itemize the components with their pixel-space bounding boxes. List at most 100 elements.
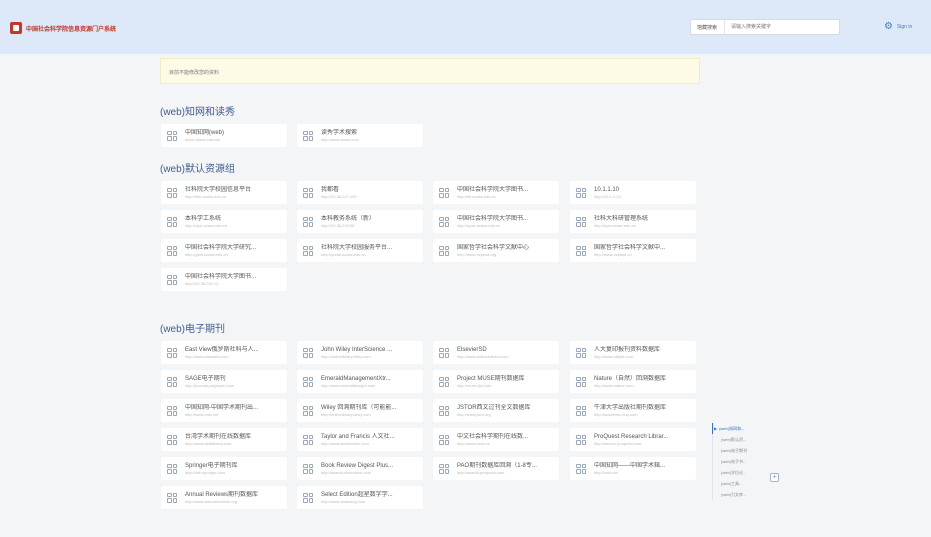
logo-mark-icon [10,22,22,34]
resource-card-text: 10.1.1.10 http://10.1.1.10 [594,186,621,200]
search-box: 馆藏搜索 [690,19,840,35]
resource-card[interactable]: Select Edition超星数字学... http://www.chaoxin… [297,486,423,509]
app-grid-icon [439,347,449,358]
resource-card[interactable]: Taylor and Francis 人文社... http://www.tand… [297,428,423,451]
resource-card[interactable]: 我都看 http://10.38.247.192 [297,181,423,204]
resource-card[interactable]: Project MUSE期刊数据库 http://muse.jhu.edu [433,370,559,393]
resource-card-text: East View俄罗斯社科与人... http://www.eastview.c… [185,346,259,360]
app-grid-icon [167,130,177,141]
resource-card[interactable]: ProQuest Research Librar... http://search… [570,428,696,451]
resource-name: 台湾学术期刊在线数据库 [185,433,252,440]
gear-icon[interactable]: ⚙ [884,22,893,32]
resource-card-text: 中国社会科学院大学图书... http://opac.ucass.edu.cn [457,215,528,229]
site-logo[interactable]: 中国社会科学院信息资源门户系统 [10,22,116,34]
resource-card-text: 人大复印报刊资料数据库 http://www.rdfybk.com [594,346,660,360]
resource-card[interactable]: 本科教务系统（新） http://10.38.220.58 [297,210,423,233]
resource-card[interactable]: 中国社会科学院大学图书... http://10.38.240.12 [161,268,287,291]
app-grid-icon [576,405,586,416]
resource-card[interactable]: 中国知网——中国学术辑... http://cnki.net [570,457,696,480]
resource-card-text: 中国社会科学院大学图书... http://10.38.240.12 [185,273,256,287]
resource-card[interactable]: Annual Reviews期刊数据库 http://www.annualrevi… [161,486,287,509]
anchor-nav-item[interactable]: (web)工具... [712,478,762,489]
resource-card[interactable]: Wiley 回溯期刊库（可能能... http://onlinelibrary.w… [297,399,423,422]
app-grid-icon [439,463,449,474]
app-grid-icon [439,245,449,256]
resource-name: 我都看 [321,186,340,193]
resource-card[interactable]: Nature（自然）回溯数据库 http://www.nature.com [570,370,696,393]
resource-card[interactable]: 10.1.1.10 http://10.1.1.10 [570,181,696,204]
resource-card-text: Select Edition超星数字学... http://www.chaoxin… [321,491,393,505]
app-grid-icon [303,492,313,503]
resource-name: PAO期刊数据库回溯（1-8专... [457,462,537,469]
resource-card[interactable]: Springer电子期刊库 http://link.springer.com [161,457,287,480]
resource-card-text: 社科大科研管理系统 http://kyxt.ucass.edu.cn [594,215,648,229]
resource-name: ElsevierSD [457,346,487,353]
resource-card[interactable]: Book Review Digest Plus... http://search.… [297,457,423,480]
resource-card[interactable]: 国家哲学社会科学文献中心 http://www.ncpssd.org [433,239,559,262]
resource-card[interactable]: 社科大科研管理系统 http://kyxt.ucass.edu.cn [570,210,696,233]
resource-card[interactable]: ElsevierSD http://www.sciencedirect.com [433,341,559,364]
resource-card[interactable]: 社科院大学校园服务平台... http://portal.ucass.edu.cn [297,239,423,262]
notice-banner: 目前不能修改您的资料 [160,58,700,84]
resource-card[interactable]: 本科学工系统 http://xgxt.ucass.edu.cn [161,210,287,233]
resource-card[interactable]: 牛津大学出版社期刊数据库 http://academic.oup.com [570,399,696,422]
resource-card[interactable]: 国家哲学社会科学文献中... http://www.ncpssd.cn [570,239,696,262]
resource-card[interactable]: 中国知网(web) https://www.cnki.net [161,124,287,147]
anchor-nav-item[interactable]: (web)引文库... [712,489,762,500]
resource-card[interactable]: 中国社会科学院大学图书... http://opac.ucass.edu.cn [433,210,559,233]
user-label[interactable]: Sign in [897,24,912,30]
app-grid-icon [167,216,177,227]
resource-card-text: 读秀学术搜索 http://www.duxiu.com [321,129,359,143]
resource-name: Book Review Digest Plus... [321,462,394,469]
resource-card[interactable]: 台湾学术期刊在线数据库 http://www.airitilibrary.com [161,428,287,451]
resource-name: Annual Reviews期刊数据库 [185,491,259,498]
anchor-nav-item[interactable]: (web)知网和... [712,423,762,434]
expand-nav-icon[interactable]: + [770,473,779,482]
resource-card[interactable]: PAO期刊数据库回溯（1-8专... http://search.proquest… [433,457,559,480]
app-grid-icon [167,405,177,416]
resource-card-text: 牛津大学出版社期刊数据库 http://academic.oup.com [594,404,666,418]
resource-card-text: ProQuest Research Librar... http://search… [594,433,668,447]
search-scope-select[interactable]: 馆藏搜索 [691,20,725,34]
anchor-nav-item[interactable]: (web)电子书... [712,456,762,467]
resource-url: http://www.ncpssd.org [457,251,497,257]
resource-card[interactable]: 中国知网-中国学术期刊出... http://www.cnki.net [161,399,287,422]
resource-url: http://www.airitilibrary.com [185,440,232,446]
resource-url: http://lib.ucass.edu.cn [457,193,496,199]
resource-name: 中国社会科学院大学研究... [185,244,257,251]
resource-card[interactable]: 社科院大学校园信息平台 http://info.ucass.edu.cn [161,181,287,204]
resource-card[interactable]: 人大复印报刊资料数据库 http://www.rdfybk.com [570,341,696,364]
app-grid-icon [576,434,586,445]
resource-card[interactable]: 中文社会科学期刊在线数... http://www.cssn.cn [433,428,559,451]
resource-name: 中国社会科学院大学图书... [185,273,257,280]
anchor-nav-item[interactable]: (web)学位论... [712,467,762,478]
resource-card[interactable]: JSTOR西文过刊全文数据库 http://www.jstor.org [433,399,559,422]
search-input[interactable] [725,20,839,34]
resource-url: http://portal.ucass.edu.cn [321,251,366,257]
resource-url: http://search.proquest.com [594,440,642,446]
app-grid-icon [576,463,586,474]
resource-card[interactable]: East View俄罗斯社科与人... http://www.eastview.c… [161,341,287,364]
resource-name: 中国社会科学院大学图书... [457,215,529,222]
logo-text: 中国社会科学院信息资源门户系统 [26,26,117,33]
resource-url: http://www.jstor.org [457,411,491,417]
resource-card-text: 台湾学术期刊在线数据库 http://www.airitilibrary.com [185,433,251,447]
resource-card[interactable]: EmeraldManagementXtr... http://www.emeral… [297,370,423,393]
resource-card[interactable]: 读秀学术搜索 http://www.duxiu.com [297,124,423,147]
app-grid-icon [303,376,313,387]
resource-card[interactable]: 中国社会科学院大学图书... http://lib.ucass.edu.cn [433,181,559,204]
resource-card-text: 中国社会科学院大学图书... http://lib.ucass.edu.cn [457,186,528,200]
anchor-nav-item[interactable]: (web)电子期刊 [712,445,762,456]
app-grid-icon [303,187,313,198]
resource-card-text: 本科学工系统 http://xgxt.ucass.edu.cn [185,215,227,229]
resource-card[interactable]: John Wiley InterScience ... http://online… [297,341,423,364]
resource-card-text: Wiley 回溯期刊库（可能能... http://onlinelibrary.w… [321,404,396,418]
resource-url: http://www.cssn.cn [457,440,491,446]
resource-name: 读秀学术搜索 [321,129,358,136]
user-menu[interactable]: ⚙ Sign in [884,22,912,32]
anchor-nav-item[interactable]: (web)默认资... [712,434,762,445]
resource-name: John Wiley InterScience ... [321,346,393,353]
resource-card[interactable]: SAGE电子期刊 http://journals.sagepub.com [161,370,287,393]
resource-card[interactable]: 中国社会科学院大学研究... http://yjsxt.ucass.edu.cn [161,239,287,262]
section-title: (web)默认资源组 [160,164,236,175]
